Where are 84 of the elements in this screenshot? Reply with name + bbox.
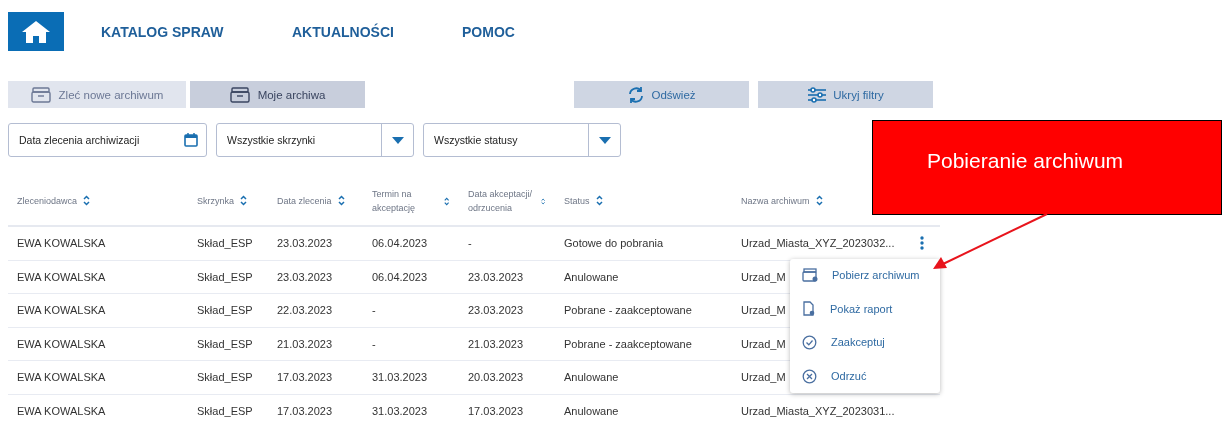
menu-item[interactable]: Odrzuć (802, 368, 940, 384)
menu-item[interactable]: Pobierz archiwum (802, 268, 940, 283)
archive-box-icon (802, 268, 818, 283)
table-cell: Urzad_M (741, 371, 786, 384)
more-icon[interactable] (920, 236, 924, 251)
table-cell: EWA KOWALSKA (17, 237, 106, 250)
table-cell: - (372, 337, 376, 350)
table-cell: 17.03.2023 (277, 371, 333, 384)
caret-icon (391, 136, 404, 144)
table-cell: Anulowane (564, 270, 619, 283)
table-cell: Pobrane - zaakceptowane (564, 337, 692, 350)
document-icon (802, 301, 816, 317)
table-cell: Skład_ESP (197, 371, 253, 384)
sort-icon[interactable] (83, 195, 91, 207)
table-cell: Skład_ESP (197, 237, 253, 250)
column-header[interactable]: Skrzynka (197, 193, 234, 209)
sliders-icon (807, 86, 828, 103)
menu-item[interactable]: Zaakceptuj (802, 334, 940, 350)
table-cell: 06.04.2023 (372, 237, 428, 250)
check-circle-icon (802, 334, 817, 350)
callout-box: Pobieranie archiwum (872, 120, 1222, 215)
table-cell: Pobrane - zaakceptowane (564, 304, 692, 317)
table-cell: 23.03.2023 (468, 304, 524, 317)
table-cell: EWA KOWALSKA (17, 337, 106, 350)
table-cell: Skład_ESP (197, 304, 253, 317)
refresh-button[interactable]: Odśwież (574, 81, 749, 108)
column-header[interactable]: Nazwa archiwum (741, 193, 810, 209)
table-cell: Urzad_M (741, 270, 786, 283)
archive-box-icon (229, 86, 250, 103)
table-cell: 17.03.2023 (277, 404, 333, 417)
table-cell: Skład_ESP (197, 270, 253, 283)
table-cell: EWA KOWALSKA (17, 270, 106, 283)
table-cell: 06.04.2023 (372, 270, 428, 283)
table-cell: Gotowe do pobrania (564, 237, 664, 250)
table-cell: 17.03.2023 (468, 404, 524, 417)
dropdown[interactable]: Wszystkie statusy (423, 123, 621, 157)
table-cell: EWA KOWALSKA (17, 304, 106, 317)
column-header[interactable]: Termin na akceptację (372, 186, 438, 216)
caret-icon (598, 136, 611, 144)
table-cell: - (372, 304, 376, 317)
tab[interactable]: Moje archiwa (190, 81, 365, 108)
table-cell: 23.03.2023 (277, 270, 333, 283)
table-cell: Skład_ESP (197, 404, 253, 417)
table-cell: 21.03.2023 (277, 337, 333, 350)
sort-icon[interactable] (240, 195, 247, 207)
refresh-icon (627, 85, 646, 104)
nav-link[interactable]: KATALOG SPRAW (101, 23, 292, 40)
table-cell: - (468, 237, 472, 250)
column-header[interactable]: Data zlecenia (277, 193, 332, 209)
table-cell: Urzad_Miasta_XYZ_2023032... (741, 237, 895, 250)
date-field[interactable]: Data zlecenia archiwizacji (8, 123, 207, 157)
nav-link[interactable]: POMOC (462, 23, 515, 40)
dropdown[interactable]: Wszystkie skrzynki (216, 123, 414, 157)
home-icon (21, 19, 51, 44)
table-cell: 21.03.2023 (468, 337, 524, 350)
table-cell: Urzad_M (741, 304, 786, 317)
sort-icon[interactable] (443, 195, 449, 207)
table-cell: EWA KOWALSKA (17, 371, 106, 384)
sort-icon[interactable] (815, 195, 823, 207)
table-cell: 22.03.2023 (277, 304, 333, 317)
menu-item[interactable]: Pokaż raport (802, 301, 940, 317)
table-cell: 23.03.2023 (277, 237, 333, 250)
column-header[interactable]: Status (564, 193, 590, 209)
tab[interactable]: Zleć nowe archiwum (8, 81, 186, 108)
table-cell: 31.03.2023 (372, 371, 428, 384)
sort-icon[interactable] (595, 195, 603, 207)
sort-icon[interactable] (337, 195, 345, 207)
table-cell: Skład_ESP (197, 337, 253, 350)
column-header[interactable]: Zleceniodawca (17, 193, 78, 209)
table-cell: 20.03.2023 (468, 371, 524, 384)
calendar-icon (184, 133, 198, 147)
column-header[interactable]: Data akceptacji/ odrzucenia (468, 186, 535, 216)
table-cell: Anulowane (564, 371, 619, 384)
table-cell: 23.03.2023 (468, 270, 524, 283)
table-cell: Urzad_Miasta_XYZ_2023031... (741, 404, 895, 417)
nav-link[interactable]: AKTUALNOŚCI (292, 23, 462, 40)
table-cell: Anulowane (564, 404, 619, 417)
table-cell: Urzad_M (741, 337, 786, 350)
filters-button[interactable]: Ukryj filtry (758, 81, 933, 108)
archive-box-icon (30, 86, 51, 103)
home-button[interactable] (8, 12, 64, 51)
table-cell: 31.03.2023 (372, 404, 428, 417)
table-cell: EWA KOWALSKA (17, 404, 106, 417)
close-circle-icon (802, 368, 817, 384)
